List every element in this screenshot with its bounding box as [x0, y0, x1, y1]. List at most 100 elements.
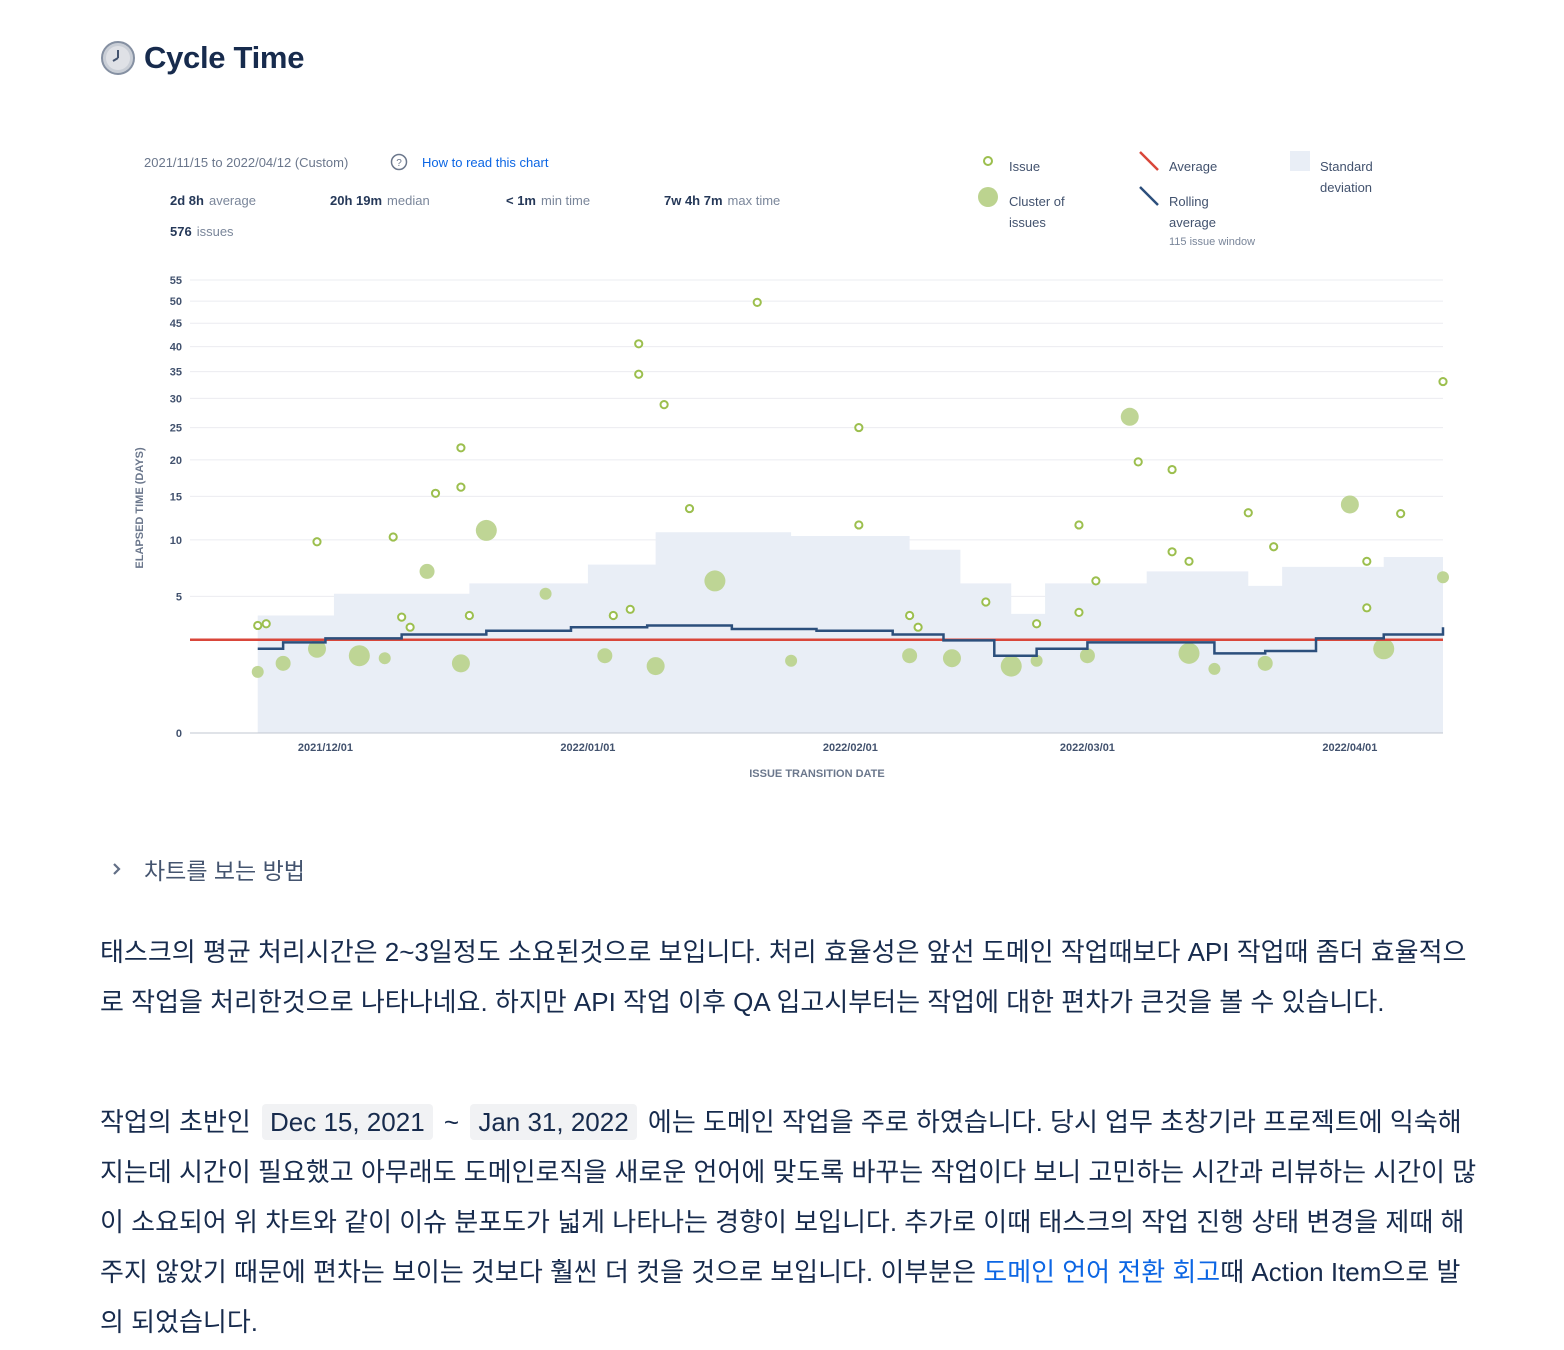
- y-tick-label: 30: [170, 393, 182, 405]
- cluster-point: [1340, 495, 1359, 514]
- cluster-point: [902, 648, 918, 664]
- svg-text:20h 19mmedian: 20h 19m median: [330, 193, 430, 208]
- cluster-point: [251, 665, 264, 678]
- legend-rolling-window: 115 issue window: [1169, 236, 1255, 248]
- legend-cluster-label-1: Cluster of: [1009, 194, 1065, 209]
- chevron-right-icon: [113, 863, 121, 875]
- issue-point: [854, 422, 864, 433]
- legend-rolling-label-1: Rolling: [1169, 194, 1209, 209]
- cluster-point: [1257, 655, 1273, 671]
- issue-point: [253, 620, 263, 631]
- y-tick-label: 35: [170, 367, 182, 379]
- x-tick-labels: 2021/12/01 2022/01/01 2022/02/01 2022/03/01…: [298, 742, 1377, 754]
- x-tick-label: 2022/04/01: [1322, 742, 1377, 754]
- issue-point: [1362, 556, 1372, 566]
- legend-cluster-marker: [978, 187, 998, 207]
- cluster-point: [704, 570, 726, 592]
- y-tick-label: 50: [170, 296, 182, 308]
- cluster-point: [1178, 642, 1200, 664]
- help-icon[interactable]: ?: [390, 153, 408, 171]
- issue-point: [1074, 607, 1084, 617]
- issue-point: [456, 482, 466, 492]
- legend-std-label-1: Standard: [1320, 159, 1373, 174]
- issue-point: [634, 339, 644, 349]
- page-heading: Cycle Time: [100, 40, 304, 76]
- issue-point: [752, 297, 762, 307]
- cycle-time-chart: 2021/11/15 to 2022/04/12 (Custom) ? How …: [120, 140, 1450, 800]
- issue-point: [913, 622, 923, 632]
- issue-point: [1184, 556, 1194, 566]
- issue-point: [1362, 603, 1372, 613]
- y-tick-label: 15: [170, 491, 182, 503]
- cluster-point: [785, 654, 798, 667]
- issue-point: [405, 622, 415, 632]
- how-to-read-expand[interactable]: 차트를 보는 방법: [108, 852, 305, 886]
- date-tilde: ~: [443, 1107, 460, 1137]
- x-tick-label: 2022/02/01: [823, 742, 878, 754]
- paragraph-summary: 태스크의 평균 처리시간은 2~3일정도 소요된것으로 보입니다. 처리 효율성…: [100, 937, 1467, 1017]
- issue-point: [625, 604, 635, 614]
- svg-text:576issues: 576 issues: [170, 224, 234, 239]
- cluster-point: [1437, 571, 1449, 584]
- legend-cluster-label-2: issues: [1009, 215, 1046, 230]
- issues-count-label: issues: [197, 224, 234, 239]
- issue-point: [905, 610, 915, 621]
- legend-std-label-2: deviation: [1320, 180, 1372, 195]
- issue-point: [608, 610, 618, 621]
- y-tick-label: 55: [170, 275, 182, 287]
- cluster-point: [1373, 638, 1395, 660]
- how-to-read-link[interactable]: How to read this chart: [422, 155, 549, 170]
- issue-point: [1396, 509, 1406, 519]
- stat-min-label: min time: [541, 193, 590, 208]
- issue-point: [261, 619, 271, 629]
- issues-count-value: 576: [170, 224, 192, 239]
- issue-point: [634, 369, 644, 379]
- expand-label: 차트를 보는 방법: [144, 858, 305, 884]
- retro-link[interactable]: 도메인 언어 전환 회고: [983, 1257, 1220, 1287]
- chart-svg: 2021/11/15 to 2022/04/12 (Custom) ? How …: [134, 151, 1449, 780]
- stat-average-label: average: [209, 193, 256, 208]
- stat-median-label: median: [387, 193, 430, 208]
- y-tick-label: 20: [170, 455, 182, 467]
- svg-text:< 1mmin time: < 1m min time: [506, 193, 590, 208]
- svg-text:2d 8haverage: 2d 8h average: [170, 193, 256, 208]
- issue-point: [1438, 376, 1448, 387]
- cluster-point: [942, 649, 961, 668]
- clock-icon: [101, 41, 135, 75]
- legend-rolling-label-2: average: [1169, 215, 1216, 230]
- x-tick-label: 2022/01/01: [560, 742, 615, 754]
- issue-point: [1133, 457, 1143, 467]
- para2-lead: 작업의 초반인: [100, 1107, 251, 1137]
- issue-point: [1269, 542, 1279, 552]
- y-tick-label: 5: [176, 591, 182, 603]
- cluster-point: [539, 587, 552, 600]
- issue-point: [659, 400, 669, 410]
- date-end-chip: Jan 31, 2022: [470, 1104, 637, 1140]
- cluster-point: [646, 657, 665, 676]
- svg-text:?: ?: [396, 158, 402, 169]
- issue-point: [1032, 619, 1042, 629]
- std-deviation-band: [257, 532, 1443, 733]
- y-tick-labels: 0 5 10 15 20 25 30 35 40 45 50 55: [170, 275, 182, 740]
- legend-std-marker: [1290, 151, 1310, 171]
- y-tick-label: 10: [170, 535, 182, 547]
- stat-max-value: 7w 4h 7m: [664, 193, 723, 208]
- cluster-point: [1208, 662, 1221, 675]
- issue-point: [464, 610, 474, 621]
- cluster-point: [597, 648, 613, 664]
- cluster-point: [378, 652, 391, 665]
- issue-point: [430, 488, 441, 498]
- stat-median-value: 20h 19m: [330, 193, 382, 208]
- issue-point: [1243, 508, 1253, 518]
- issue-point: [1074, 520, 1084, 530]
- legend-average-label: Average: [1169, 159, 1217, 174]
- page-title: Cycle Time: [144, 40, 305, 75]
- legend-rolling-marker: [1139, 186, 1159, 206]
- y-tick-label: 45: [170, 318, 182, 330]
- paragraph-domain-work: 작업의 초반인 Dec 15, 2021 ~ Jan 31, 2022 에는 도…: [100, 1097, 1480, 1347]
- stat-average-value: 2d 8h: [170, 193, 204, 208]
- stat-min-value: < 1m: [506, 193, 536, 208]
- cluster-point: [475, 519, 497, 541]
- issue-point: [981, 597, 991, 607]
- cluster-point: [1079, 648, 1095, 664]
